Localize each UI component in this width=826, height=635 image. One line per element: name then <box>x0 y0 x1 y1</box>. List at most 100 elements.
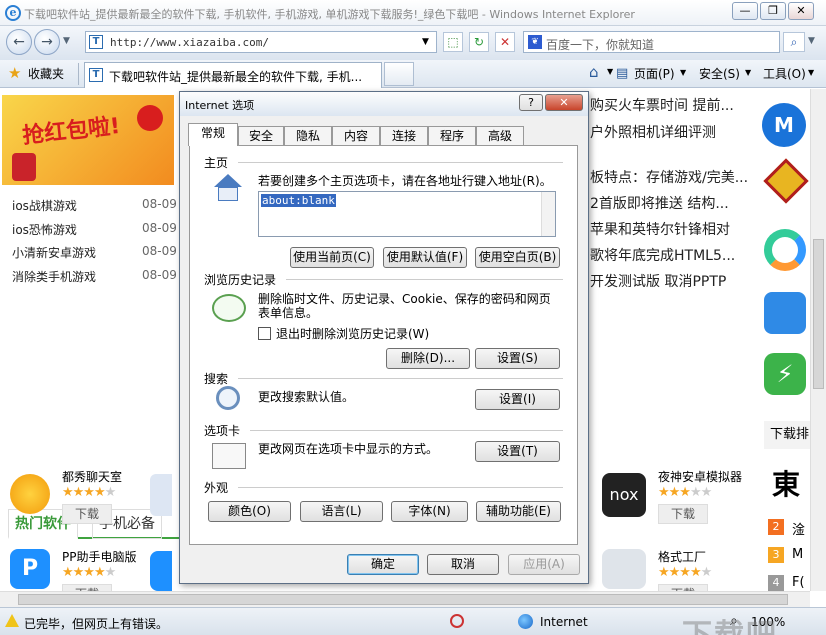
status-bar: 已完毕，但网页上有错误。 Internet ⌕ 100% 下载吧 <box>0 607 826 635</box>
list-item[interactable]: 消除类手机游戏 <box>12 268 96 285</box>
use-blank-button[interactable]: 使用空白页(B) <box>475 247 560 268</box>
tab-connections[interactable]: 连接 <box>380 126 428 146</box>
dialog-close-button[interactable]: ✕ <box>545 94 583 111</box>
tab-privacy[interactable]: 隐私 <box>284 126 332 146</box>
cancel-button[interactable]: 取消 <box>427 554 499 575</box>
safety-menu[interactable]: 安全(S) <box>699 65 740 82</box>
app-name[interactable]: 格式工厂 <box>658 548 706 565</box>
rank-item[interactable]: F( <box>792 575 805 590</box>
languages-button[interactable]: 语言(L) <box>300 501 383 522</box>
horizontal-scrollbar[interactable] <box>0 591 810 607</box>
address-text[interactable]: http://www.xiazaiba.com/ <box>110 36 269 49</box>
colorful-ring-icon[interactable] <box>764 229 806 271</box>
puzzle-game-icon[interactable] <box>763 158 809 204</box>
promo-banner[interactable]: 抢红包啦! <box>2 95 174 185</box>
download-button[interactable]: 下载 <box>62 584 112 591</box>
tab-content[interactable]: 内容 <box>332 126 380 146</box>
ok-button[interactable]: 确定 <box>347 554 419 575</box>
rank-item[interactable]: M <box>792 547 803 562</box>
list-item[interactable]: 小清新安卓游戏 <box>12 244 96 261</box>
app-name[interactable]: 都秀聊天室 <box>62 468 122 485</box>
list-item[interactable]: ios恐怖游戏 <box>12 221 77 238</box>
warning-icon[interactable] <box>5 614 19 627</box>
news-item[interactable]: 歌将年底完成HTML5... <box>590 245 735 265</box>
history-settings-button[interactable]: 设置(S) <box>475 348 560 369</box>
history-dropdown-icon[interactable]: ▼ <box>63 36 70 46</box>
pp-assistant-icon[interactable]: P <box>10 549 50 589</box>
tabs-settings-button[interactable]: 设置(T) <box>475 441 560 462</box>
address-bar[interactable]: T http://www.xiazaiba.com/ ▼ <box>85 31 437 53</box>
new-tab-button[interactable] <box>384 62 414 86</box>
search-settings-button[interactable]: 设置(I) <box>475 389 560 410</box>
news-item[interactable]: 2首版即将推送 结构... <box>590 193 729 213</box>
minimize-button[interactable]: — <box>732 2 758 20</box>
xcode-icon[interactable] <box>764 292 806 334</box>
news-item[interactable]: 板特点：存储游戏/完美... <box>590 167 748 187</box>
delete-on-exit-checkbox[interactable] <box>258 327 271 340</box>
page-menu-dropdown-icon[interactable]: ▼ <box>680 68 686 77</box>
search-icon[interactable]: ⌕ <box>783 32 805 52</box>
app-name[interactable]: 夜神安卓模拟器 <box>658 468 742 485</box>
tab-security[interactable]: 安全 <box>238 126 284 146</box>
back-button[interactable]: ← <box>6 29 32 55</box>
delete-on-exit-label[interactable]: 退出时删除浏览历史记录(W) <box>276 327 429 341</box>
list-date: 08-09 <box>142 268 177 282</box>
news-item[interactable]: 户外照相机详细评测 <box>590 122 716 142</box>
download-button[interactable]: 下载 <box>62 504 112 524</box>
delete-history-button[interactable]: 删除(D)... <box>386 348 470 369</box>
textarea-scrollbar[interactable] <box>541 192 555 236</box>
partial-app-icon[interactable] <box>150 474 172 516</box>
lightning-app-icon[interactable]: ⚡ <box>764 353 806 395</box>
horizontal-scroll-thumb[interactable] <box>18 594 788 605</box>
stop-icon[interactable]: ✕ <box>495 32 515 52</box>
search-options-icon[interactable]: ▼ <box>808 36 815 46</box>
tab-advanced[interactable]: 高级 <box>476 126 524 146</box>
apply-button[interactable]: 应用(A) <box>508 554 580 575</box>
homepage-textarea[interactable]: about:blank <box>258 191 556 237</box>
fonts-button[interactable]: 字体(N) <box>391 501 468 522</box>
app-name[interactable]: PP助手电脑版 <box>62 548 136 565</box>
tab-general[interactable]: 常规 <box>188 123 238 146</box>
compatibility-icon[interactable]: ⬚ <box>443 32 463 52</box>
home-dropdown-icon[interactable]: ▼ <box>607 67 613 76</box>
home-icon[interactable]: ⌂ <box>589 63 599 81</box>
rank-item[interactable]: 淦 <box>792 519 805 538</box>
homepage-value[interactable]: about:blank <box>261 194 336 207</box>
close-button[interactable]: ✕ <box>788 2 814 20</box>
colors-button[interactable]: 颜色(O) <box>208 501 291 522</box>
page-menu[interactable]: 页面(P) <box>634 65 675 82</box>
news-item[interactable]: 苹果和英特尔针锋相对 <box>590 219 730 239</box>
address-dropdown-icon[interactable]: ▼ <box>422 37 429 47</box>
tools-menu-dropdown-icon[interactable]: ▼ <box>808 68 814 77</box>
vertical-scrollbar[interactable] <box>810 89 826 591</box>
history-description: 删除临时文件、历史记录、Cookie、保存的密码和网页表单信息。 <box>258 292 551 320</box>
news-item[interactable]: 购买火车票时间 提前... <box>590 95 734 115</box>
search-box[interactable]: ❦ 百度一下，你就知道 <box>523 31 780 53</box>
download-ranking-tab[interactable]: 下载排 <box>764 421 810 449</box>
search-placeholder[interactable]: 百度一下，你就知道 <box>546 36 654 53</box>
nox-emulator-icon[interactable]: nox <box>602 473 646 517</box>
partial-app-icon[interactable] <box>150 551 172 591</box>
help-button[interactable]: ? <box>519 94 543 111</box>
use-current-button[interactable]: 使用当前页(C) <box>290 247 374 268</box>
use-default-button[interactable]: 使用默认值(F) <box>383 247 467 268</box>
refresh-icon[interactable]: ↻ <box>469 32 489 52</box>
list-item[interactable]: ios战棋游戏 <box>12 197 77 214</box>
accessibility-button[interactable]: 辅助功能(E) <box>476 501 561 522</box>
favorites-button[interactable]: 收藏夹 <box>28 65 64 82</box>
restore-button[interactable]: ❐ <box>760 2 786 20</box>
duxiu-icon[interactable] <box>10 474 50 514</box>
vertical-scroll-thumb[interactable] <box>813 239 824 389</box>
download-button[interactable]: 下载 <box>658 504 708 524</box>
news-item[interactable]: 开发测试版 取消PPTP <box>590 271 726 291</box>
maxthon-icon[interactable]: M <box>762 103 806 147</box>
browser-tab[interactable]: T 下载吧软件站_提供最新最全的软件下载, 手机... <box>84 62 382 88</box>
download-button[interactable]: 下载 <box>658 584 708 591</box>
tab-programs[interactable]: 程序 <box>428 126 476 146</box>
tab-title: 下载吧软件站_提供最新最全的软件下载, 手机... <box>109 70 363 84</box>
favorites-star-icon[interactable]: ★ <box>8 64 21 82</box>
safety-menu-dropdown-icon[interactable]: ▼ <box>745 68 751 77</box>
forward-button[interactable]: → <box>34 29 60 55</box>
tools-menu[interactable]: 工具(O) <box>763 65 806 82</box>
format-factory-icon[interactable] <box>602 549 646 589</box>
